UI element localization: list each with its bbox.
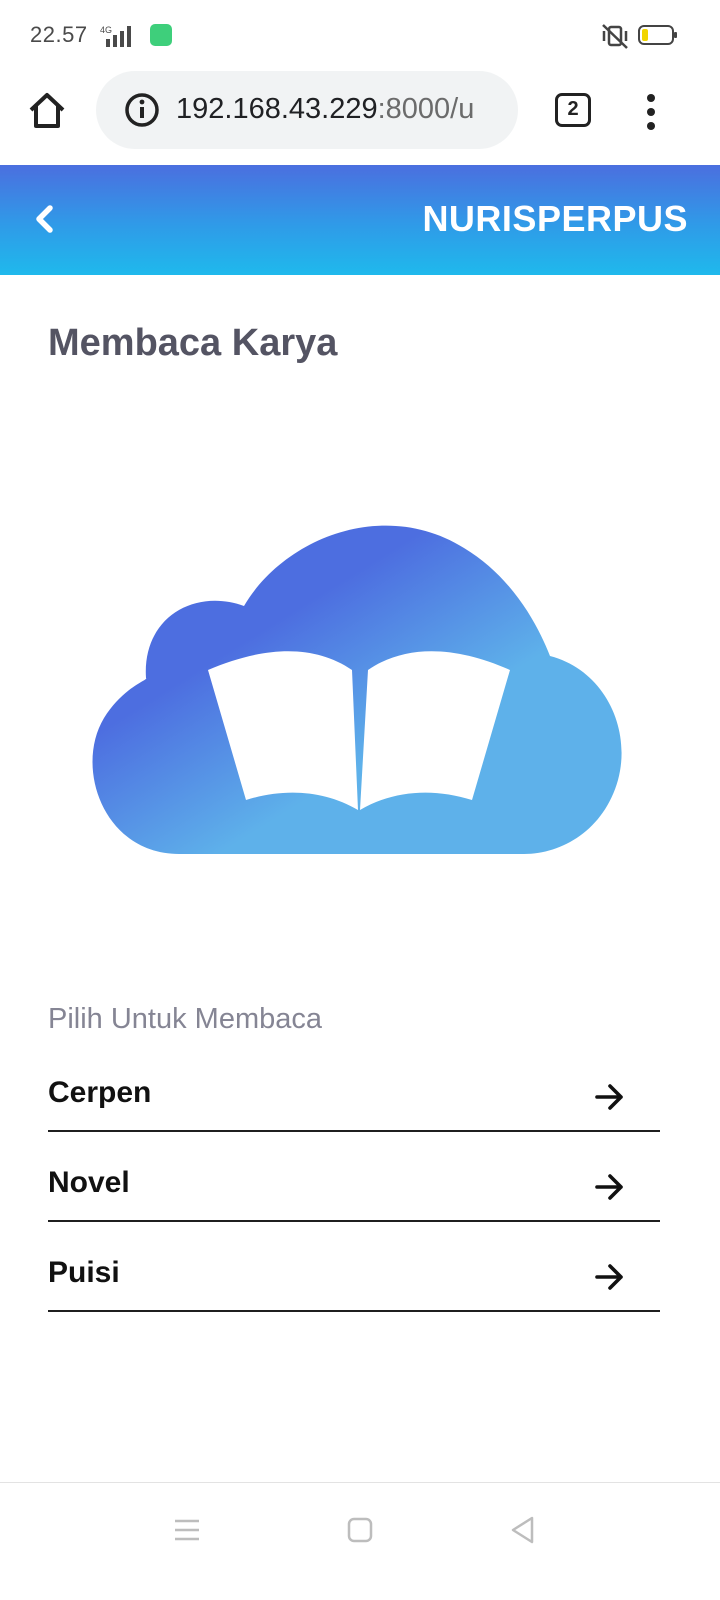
menu-icon[interactable] bbox=[170, 1513, 204, 1547]
section-label: Pilih Untuk Membaca bbox=[48, 1003, 322, 1035]
brand-title: NURISPERPUS bbox=[422, 198, 688, 239]
home-icon[interactable] bbox=[26, 90, 68, 132]
back-triangle-icon[interactable] bbox=[506, 1513, 540, 1547]
list-item-label: Cerpen bbox=[48, 1076, 152, 1109]
notification-app-icon bbox=[150, 24, 172, 46]
chevron-left-icon[interactable] bbox=[30, 201, 60, 237]
category-list: Cerpen Novel Puisi bbox=[48, 1042, 660, 1312]
info-icon[interactable] bbox=[124, 92, 160, 128]
network-type: 4G bbox=[100, 25, 112, 35]
browser-toolbar: 192.168.43.229:8000/u 2 bbox=[0, 70, 720, 165]
system-nav-bar bbox=[0, 1482, 720, 1600]
app-header: NURISPERPUS bbox=[0, 165, 720, 275]
home-square-icon[interactable] bbox=[343, 1513, 377, 1547]
url-text: 192.168.43.229:8000/u bbox=[176, 93, 474, 126]
arrow-right-icon bbox=[595, 1264, 623, 1290]
cloud-book-illustration bbox=[92, 525, 622, 854]
status-time: 22.57 bbox=[30, 22, 88, 47]
status-bar: 22.57 4G bbox=[0, 0, 720, 70]
battery-icon bbox=[638, 25, 677, 45]
arrow-right-icon bbox=[595, 1174, 623, 1200]
address-bar[interactable]: 192.168.43.229:8000/u bbox=[96, 71, 518, 149]
list-item-label: Novel bbox=[48, 1166, 130, 1199]
tab-switcher-button[interactable]: 2 bbox=[555, 93, 591, 127]
vibrate-mute-icon bbox=[602, 24, 628, 49]
signal-icon: 4G bbox=[100, 25, 131, 47]
list-item-novel[interactable]: Novel bbox=[48, 1132, 660, 1222]
url-host: 192.168.43.229 bbox=[176, 93, 378, 125]
list-item-label: Puisi bbox=[48, 1256, 120, 1289]
url-path: :8000/u bbox=[377, 93, 475, 125]
arrow-right-icon bbox=[595, 1084, 623, 1110]
list-item-puisi[interactable]: Puisi bbox=[48, 1222, 660, 1312]
page-title: Membaca Karya bbox=[48, 322, 338, 364]
list-item-cerpen[interactable]: Cerpen bbox=[48, 1042, 660, 1132]
more-vert-icon[interactable] bbox=[640, 92, 664, 132]
